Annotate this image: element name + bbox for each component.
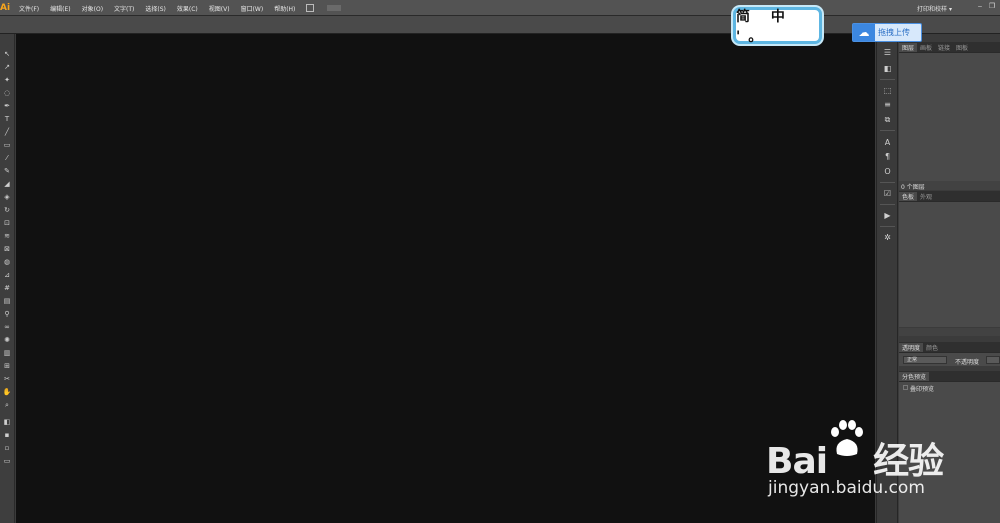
- watermark-url: jingyan.baidu.com: [768, 478, 925, 498]
- swatches-panel-body: [899, 201, 1000, 327]
- blend-tool-icon[interactable]: ∞: [2, 323, 12, 332]
- blend-mode-select[interactable]: 正常: [903, 356, 947, 364]
- menu-effect[interactable]: 效果(C): [177, 4, 198, 13]
- chevron-down-icon: ▾: [948, 6, 952, 13]
- overlay-badge: 简 中 '。: [733, 7, 822, 45]
- column-graph-tool-icon[interactable]: ▥: [2, 349, 12, 358]
- tab-layers[interactable]: 图层: [899, 42, 918, 52]
- app-logo: Ai: [0, 3, 11, 13]
- screen-mode-icon[interactable]: ▭: [2, 457, 12, 466]
- direct-selection-tool-icon[interactable]: ↗: [2, 63, 12, 72]
- menu-file[interactable]: 文件(F): [19, 4, 39, 13]
- symbol-sprayer-tool-icon[interactable]: ✺: [2, 336, 12, 345]
- paintbrush-tool-icon[interactable]: ⁄: [2, 154, 12, 163]
- slice-tool-icon[interactable]: ✂: [2, 375, 12, 384]
- minimize-icon[interactable]: ‒: [976, 2, 984, 10]
- opacity-label: 不透明度: [955, 359, 980, 366]
- tools-panel: ↖ ↗ ✦ ◌ ✒ T ╱ ▭ ⁄ ✎ ◢ ◈ ↻ ⊡ ≋ ⊠ ◍ ⊿ # ▤ …: [0, 34, 15, 523]
- workspace-label: 打印和校样: [917, 6, 948, 13]
- menu-window[interactable]: 窗口(W): [241, 4, 264, 13]
- paragraph-icon[interactable]: ¶: [882, 152, 893, 162]
- mesh-tool-icon[interactable]: #: [2, 284, 12, 293]
- cloud-icon: ☁: [853, 24, 875, 41]
- menu-view[interactable]: 视图(V): [209, 4, 230, 13]
- menu-object[interactable]: 对象(O): [82, 4, 103, 13]
- hand-tool-icon[interactable]: ✋: [2, 388, 12, 397]
- line-tool-icon[interactable]: ╱: [2, 128, 12, 137]
- character-icon[interactable]: A: [882, 138, 893, 148]
- control-bar: [0, 16, 1000, 34]
- overprint-checkbox[interactable]: [903, 385, 908, 390]
- actions-icon[interactable]: ▶: [882, 211, 893, 221]
- tab-links[interactable]: 链接: [935, 43, 953, 52]
- upload-label: 拖拽上传: [878, 28, 910, 37]
- lasso-tool-icon[interactable]: ◌: [2, 89, 12, 98]
- type-tool-icon[interactable]: T: [2, 115, 12, 124]
- layers-count: 0 个图层: [901, 184, 925, 191]
- layers-panel-body: [899, 52, 1000, 181]
- gradient-tool-icon[interactable]: ▤: [2, 297, 12, 306]
- swatches-footer: [899, 328, 1000, 336]
- transparency-tab-bar: 透明度 颜色: [899, 342, 1000, 352]
- magic-wand-tool-icon[interactable]: ✦: [2, 76, 12, 85]
- pen-tool-icon[interactable]: ✒: [2, 102, 12, 111]
- perspective-grid-tool-icon[interactable]: ⊿: [2, 271, 12, 280]
- canvas-area[interactable]: [16, 34, 875, 523]
- tab-artboards[interactable]: 画板: [917, 43, 935, 52]
- artboard-tool-icon[interactable]: ⊞: [2, 362, 12, 371]
- rectangle-tool-icon[interactable]: ▭: [2, 141, 12, 150]
- menu-bar: Ai 文件(F) 编辑(E) 对象(O) 文字(T) 选择(S) 效果(C) 视…: [0, 0, 1000, 16]
- menu-select[interactable]: 选择(S): [145, 4, 166, 13]
- drawing-mode-icon[interactable]: ▫: [2, 444, 12, 453]
- menu-edit[interactable]: 编辑(E): [50, 4, 70, 13]
- shape-builder-tool-icon[interactable]: ◍: [2, 258, 12, 267]
- tab-separations-preview[interactable]: 分色预览: [899, 371, 930, 381]
- scale-tool-icon[interactable]: ⊡: [2, 219, 12, 228]
- watermark-brand: Bai 经验: [766, 432, 944, 484]
- restore-icon[interactable]: ❐: [988, 2, 996, 10]
- tab-swatches[interactable]: 色板: [899, 191, 918, 201]
- brand-right: 经验: [873, 441, 944, 482]
- transform-icon[interactable]: ⬚: [882, 86, 893, 96]
- tab-appearance[interactable]: 外观: [917, 192, 935, 201]
- bridge-icon[interactable]: [306, 4, 314, 12]
- baidu-watermark: Bai 经验 jingyan.baidu.com: [766, 418, 966, 508]
- arrange-documents-icon[interactable]: [327, 5, 341, 11]
- eraser-tool-icon[interactable]: ◈: [2, 193, 12, 202]
- pathfinder-icon[interactable]: ⧉: [882, 115, 893, 125]
- drag-upload-button[interactable]: ☁ 拖拽上传: [852, 23, 922, 42]
- menu-help[interactable]: 帮助(H): [274, 4, 295, 13]
- warp-tool-icon[interactable]: ≋: [2, 232, 12, 241]
- layers-tab-bar: 图层 画板 链接 图板: [899, 42, 1000, 52]
- blob-brush-tool-icon[interactable]: ◢: [2, 180, 12, 189]
- symbols-icon[interactable]: ✲: [882, 233, 893, 243]
- layers-footer: 0 个图层: [899, 181, 1000, 191]
- opentype-icon[interactable]: O: [882, 167, 893, 177]
- overprint-label: 叠印预览: [910, 386, 935, 393]
- window-controls: ‒ ❐: [976, 2, 996, 10]
- menu-list: 文件(F) 编辑(E) 对象(O) 文字(T) 选择(S) 效果(C) 视图(V…: [19, 0, 306, 16]
- menu-type[interactable]: 文字(T): [114, 4, 134, 13]
- document-info-icon[interactable]: ☑: [882, 189, 893, 199]
- align-icon[interactable]: ≡: [882, 100, 893, 110]
- tab-artboard-panel[interactable]: 图板: [953, 43, 971, 52]
- menu-lines-icon[interactable]: ☰: [882, 48, 893, 58]
- color-guide-icon[interactable]: ◧: [882, 64, 893, 74]
- pencil-tool-icon[interactable]: ✎: [2, 167, 12, 176]
- color-mode-icon[interactable]: ▪: [2, 431, 12, 440]
- separations-tab-bar: 分色预览: [899, 371, 1000, 381]
- workspace-switcher[interactable]: 打印和校样 ▾: [917, 4, 952, 13]
- zoom-tool-icon[interactable]: ⌕: [2, 401, 12, 410]
- fill-stroke-icon[interactable]: ◧: [2, 418, 12, 427]
- brand-left: Bai: [766, 441, 828, 482]
- tab-transparency[interactable]: 透明度: [899, 342, 924, 352]
- transparency-panel-body: 正常 不透明度: [899, 352, 1000, 366]
- tab-color[interactable]: 颜色: [923, 343, 941, 352]
- eyedropper-tool-icon[interactable]: ⚲: [2, 310, 12, 319]
- free-transform-tool-icon[interactable]: ⊠: [2, 245, 12, 254]
- rotate-tool-icon[interactable]: ↻: [2, 206, 12, 215]
- swatches-tab-bar: 色板 外观: [899, 191, 1000, 201]
- opacity-input[interactable]: [986, 356, 1000, 364]
- selection-tool-icon[interactable]: ↖: [2, 50, 12, 59]
